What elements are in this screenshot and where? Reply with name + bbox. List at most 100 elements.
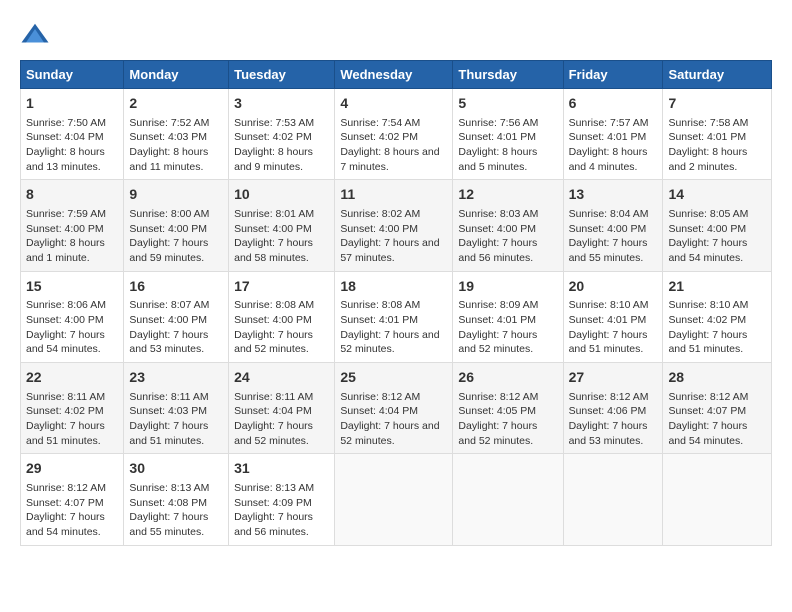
calendar-body: 1Sunrise: 7:50 AMSunset: 4:04 PMDaylight… — [21, 89, 772, 546]
calendar-cell — [563, 454, 663, 545]
sunrise-text: Sunrise: 8:13 AM — [129, 481, 223, 496]
day-number: 7 — [668, 94, 766, 114]
week-row-3: 15Sunrise: 8:06 AMSunset: 4:00 PMDayligh… — [21, 271, 772, 362]
calendar-cell: 27 Sunrise: 8:12 AMSunset: 4:06 PMDayligh… — [563, 363, 663, 454]
day-header-friday: Friday — [563, 61, 663, 89]
daylight-text: Daylight: 8 hours and 13 minutes. — [26, 145, 118, 174]
daylight-text: Daylight: 7 hours and 52 minutes. — [458, 328, 557, 357]
day-number: 27 — [569, 368, 658, 388]
day-number: 1 — [26, 94, 118, 114]
sunrise-text: Sunrise: 7:52 AM — [129, 116, 223, 131]
day-number: 15 — [26, 277, 118, 297]
day-number: 16 — [129, 277, 223, 297]
calendar-cell: 7Sunrise: 7:58 AMSunset: 4:01 PMDaylight… — [663, 89, 772, 180]
sunrise-text: Sunrise: 8:07 AM — [129, 298, 223, 313]
sunset-text: Sunset: 4:00 PM — [26, 313, 118, 328]
calendar-cell: 3Sunrise: 7:53 AMSunset: 4:02 PMDaylight… — [229, 89, 335, 180]
sunrise-text: Sunrise: 8:12 AM — [458, 390, 557, 405]
sunset-text: Sunset: 4:00 PM — [234, 222, 329, 237]
sunrise-text: Sunrise: 8:03 AM — [458, 207, 557, 222]
daylight-text: Daylight: 7 hours and 52 minutes. — [234, 328, 329, 357]
daylight-text: Daylight: 7 hours and 51 minutes. — [569, 328, 658, 357]
sunset-text: Sunset: 4:09 PM — [234, 496, 329, 511]
week-row-2: 8Sunrise: 7:59 AMSunset: 4:00 PMDaylight… — [21, 180, 772, 271]
sunset-text: Sunset: 4:04 PM — [234, 404, 329, 419]
daylight-text: Daylight: 7 hours and 55 minutes. — [569, 236, 658, 265]
daylight-text: Daylight: 8 hours and 4 minutes. — [569, 145, 658, 174]
daylight-text: Daylight: 7 hours and 54 minutes. — [26, 328, 118, 357]
sunrise-text: Sunrise: 8:11 AM — [26, 390, 118, 405]
calendar-cell: 26Sunrise: 8:12 AMSunset: 4:05 PMDayligh… — [453, 363, 563, 454]
daylight-text: Daylight: 8 hours and 2 minutes. — [668, 145, 766, 174]
sunrise-text: Sunrise: 8:11 AM — [129, 390, 223, 405]
daylight-text: Daylight: 7 hours and 59 minutes. — [129, 236, 223, 265]
daylight-text: Daylight: 7 hours and 51 minutes. — [668, 328, 766, 357]
daylight-text: Daylight: 7 hours and 58 minutes. — [234, 236, 329, 265]
sunset-text: Sunset: 4:06 PM — [569, 404, 658, 419]
calendar-cell: 12Sunrise: 8:03 AMSunset: 4:00 PMDayligh… — [453, 180, 563, 271]
calendar-cell: 14Sunrise: 8:05 AMSunset: 4:00 PMDayligh… — [663, 180, 772, 271]
day-number: 29 — [26, 459, 118, 479]
sunset-text: Sunset: 4:00 PM — [26, 222, 118, 237]
sunrise-text: Sunrise: 8:10 AM — [668, 298, 766, 313]
day-number: 21 — [668, 277, 766, 297]
sunrise-text: Sunrise: 8:11 AM — [234, 390, 329, 405]
sunrise-text: Sunrise: 8:10 AM — [569, 298, 658, 313]
sunrise-text: Sunrise: 7:57 AM — [569, 116, 658, 131]
calendar-cell: 20Sunrise: 8:10 AMSunset: 4:01 PMDayligh… — [563, 271, 663, 362]
calendar-cell: 10 Sunrise: 8:01 AMSunset: 4:00 PMDayligh… — [229, 180, 335, 271]
daylight-text: Daylight: 7 hours and 55 minutes. — [129, 510, 223, 539]
sunrise-text: Sunrise: 8:12 AM — [569, 390, 658, 405]
sunset-text: Sunset: 4:01 PM — [340, 313, 447, 328]
day-number: 25 — [340, 368, 447, 388]
logo — [20, 20, 54, 50]
day-number: 6 — [569, 94, 658, 114]
day-number: 31 — [234, 459, 329, 479]
sunrise-text: Sunrise: 8:01 AM — [234, 207, 329, 222]
calendar-cell: 25Sunrise: 8:12 AMSunset: 4:04 PMDayligh… — [335, 363, 453, 454]
sunrise-text: Sunrise: 8:08 AM — [234, 298, 329, 313]
sunrise-text: Sunrise: 8:12 AM — [340, 390, 447, 405]
sunrise-text: Sunrise: 7:59 AM — [26, 207, 118, 222]
header — [20, 20, 772, 50]
daylight-text: Daylight: 7 hours and 56 minutes. — [234, 510, 329, 539]
sunrise-text: Sunrise: 8:13 AM — [234, 481, 329, 496]
calendar-cell — [335, 454, 453, 545]
daylight-text: Daylight: 7 hours and 51 minutes. — [26, 419, 118, 448]
daylight-text: Daylight: 8 hours and 5 minutes. — [458, 145, 557, 174]
day-number: 9 — [129, 185, 223, 205]
day-number: 20 — [569, 277, 658, 297]
week-row-1: 1Sunrise: 7:50 AMSunset: 4:04 PMDaylight… — [21, 89, 772, 180]
sunset-text: Sunset: 4:01 PM — [458, 130, 557, 145]
day-number: 5 — [458, 94, 557, 114]
day-number: 2 — [129, 94, 223, 114]
daylight-text: Daylight: 7 hours and 54 minutes. — [668, 236, 766, 265]
daylight-text: Daylight: 8 hours and 11 minutes. — [129, 145, 223, 174]
daylight-text: Daylight: 7 hours and 53 minutes. — [569, 419, 658, 448]
daylight-text: Daylight: 7 hours and 52 minutes. — [340, 419, 447, 448]
sunrise-text: Sunrise: 8:00 AM — [129, 207, 223, 222]
day-number: 17 — [234, 277, 329, 297]
calendar-cell: 28Sunrise: 8:12 AMSunset: 4:07 PMDayligh… — [663, 363, 772, 454]
daylight-text: Daylight: 8 hours and 1 minute. — [26, 236, 118, 265]
calendar-cell — [453, 454, 563, 545]
calendar-cell: 22Sunrise: 8:11 AMSunset: 4:02 PMDayligh… — [21, 363, 124, 454]
calendar-cell: 9 Sunrise: 8:00 AMSunset: 4:00 PMDaylight… — [124, 180, 229, 271]
calendar-cell: 1Sunrise: 7:50 AMSunset: 4:04 PMDaylight… — [21, 89, 124, 180]
calendar-cell: 13Sunrise: 8:04 AMSunset: 4:00 PMDayligh… — [563, 180, 663, 271]
sunrise-text: Sunrise: 8:12 AM — [26, 481, 118, 496]
sunrise-text: Sunrise: 7:56 AM — [458, 116, 557, 131]
day-number: 10 — [234, 185, 329, 205]
calendar-cell: 15Sunrise: 8:06 AMSunset: 4:00 PMDayligh… — [21, 271, 124, 362]
daylight-text: Daylight: 7 hours and 52 minutes. — [458, 419, 557, 448]
daylight-text: Daylight: 7 hours and 54 minutes. — [668, 419, 766, 448]
sunset-text: Sunset: 4:00 PM — [458, 222, 557, 237]
sunset-text: Sunset: 4:02 PM — [668, 313, 766, 328]
sunset-text: Sunset: 4:00 PM — [668, 222, 766, 237]
calendar-cell: 11Sunrise: 8:02 AMSunset: 4:00 PMDayligh… — [335, 180, 453, 271]
day-number: 3 — [234, 94, 329, 114]
sunrise-text: Sunrise: 7:54 AM — [340, 116, 447, 131]
sunrise-text: Sunrise: 8:09 AM — [458, 298, 557, 313]
sunset-text: Sunset: 4:00 PM — [129, 222, 223, 237]
logo-icon — [20, 20, 50, 50]
